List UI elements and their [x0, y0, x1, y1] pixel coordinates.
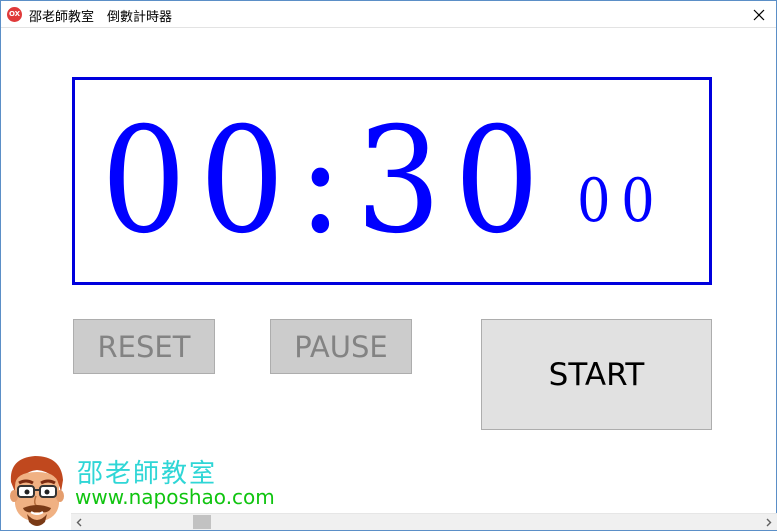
title-bar: OX 邵老師教室 倒數計時器 — [1, 1, 776, 28]
timer-hundredths-digits: 00 — [577, 166, 666, 236]
scroll-left-button[interactable] — [71, 514, 88, 531]
brand-url[interactable]: www.naposhao.com — [75, 485, 275, 509]
timer-display: 00:30 00 — [72, 77, 712, 285]
chevron-left-icon — [76, 518, 82, 527]
app-icon: OX — [7, 7, 22, 22]
pause-button[interactable]: PAUSE — [270, 319, 412, 374]
app-window: OX 邵老師教室 倒數計時器 00:30 00 RESET PAUSE STAR… — [0, 0, 777, 531]
close-icon — [753, 9, 765, 20]
scroll-right-button[interactable] — [760, 514, 777, 531]
horizontal-scrollbar[interactable] — [71, 513, 777, 530]
start-button[interactable]: START — [481, 319, 712, 430]
timer-main-digits: 00:30 — [101, 96, 553, 266]
scroll-thumb[interactable] — [192, 515, 211, 529]
teacher-avatar-illustration — [10, 456, 64, 526]
window-title: 邵老師教室 倒數計時器 — [29, 10, 173, 25]
reset-button[interactable]: RESET — [73, 319, 215, 374]
close-button[interactable] — [742, 1, 776, 28]
chevron-right-icon — [766, 518, 772, 527]
